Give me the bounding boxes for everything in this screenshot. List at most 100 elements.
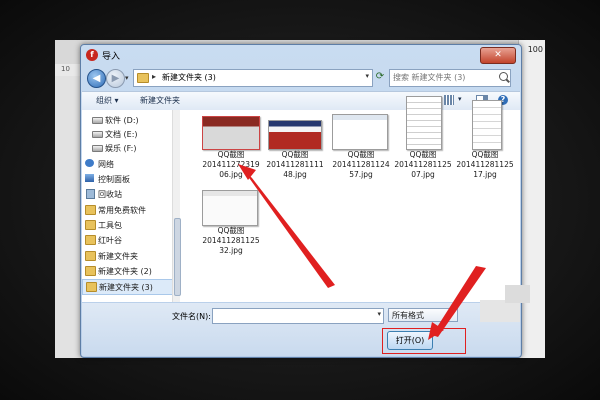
dialog-footer: 文件名(N): ▾ 所有格式 打开(O): [82, 303, 520, 356]
drive-icon: [92, 131, 103, 138]
nav-item-label: 网络: [98, 160, 114, 169]
back-button[interactable]: ◀: [87, 69, 106, 88]
forward-button[interactable]: ▶: [106, 69, 125, 88]
file-thumbnail: [332, 114, 388, 150]
nav-item-label: 工具包: [98, 221, 122, 230]
nav-item-toolkit[interactable]: 工具包: [82, 218, 172, 232]
ruler-tick: 10: [61, 65, 70, 73]
folder-icon: [85, 220, 96, 230]
file-name-line2: 201411281125: [202, 236, 260, 245]
nav-item-label: 新建文件夹 (2): [98, 267, 152, 276]
folder-icon: [137, 73, 149, 83]
control-panel-icon: [85, 174, 94, 182]
nav-item-recycle-bin[interactable]: 回收站: [82, 187, 172, 201]
folder-icon: [85, 251, 96, 261]
folder-icon: [85, 235, 96, 245]
file-name-line2: 201411281111: [266, 160, 324, 169]
nav-item-label: 娱乐 (F:): [105, 144, 137, 153]
file-type-select[interactable]: 所有格式: [388, 308, 458, 322]
mosaic-patch: [480, 300, 520, 322]
search-icon[interactable]: [499, 72, 508, 81]
network-icon: [85, 159, 94, 167]
file-name-line2: 201411281125: [394, 160, 452, 169]
file-name-line1: QQ截图: [217, 150, 245, 159]
breadcrumb-separator[interactable]: ▸: [152, 72, 156, 81]
filename-dropdown-icon[interactable]: ▾: [377, 310, 381, 318]
nav-scrollbar[interactable]: [172, 110, 181, 302]
nav-item-control-panel[interactable]: 控制面板: [82, 172, 172, 186]
file-name-line1: QQ截图: [217, 226, 245, 235]
nav-item-label: 软件 (D:): [105, 116, 139, 125]
nav-item-drive-e[interactable]: 文档 (E:): [82, 127, 172, 141]
nav-item-label: 回收站: [98, 190, 122, 199]
nav-item-free-software[interactable]: 常用免费软件: [82, 203, 172, 217]
refresh-icon[interactable]: ⟳: [373, 70, 387, 84]
file-name-line3: 32.jpg: [219, 246, 243, 255]
file-thumbnail: [406, 96, 442, 150]
dialog-toolbar: 组织 ▾ 新建文件夹 ▾ ?: [82, 91, 520, 111]
open-button[interactable]: 打开(O): [387, 331, 433, 350]
nav-item-drive-f[interactable]: 娱乐 (F:): [82, 141, 172, 155]
nav-item-label: 文档 (E:): [105, 130, 138, 139]
nav-item-label: 控制面板: [98, 175, 130, 184]
history-dropdown-icon[interactable]: ▾: [125, 74, 129, 82]
search-input[interactable]: [393, 70, 493, 84]
nav-item-label: 常用免费软件: [98, 206, 146, 215]
view-dropdown-icon[interactable]: ▾: [458, 95, 462, 103]
address-row: ◀ ▶ ▾ ▸ 新建文件夹 (3) ▾ ⟳: [81, 67, 521, 89]
file-item[interactable]: QQ截图 201411281111 48.jpg: [264, 114, 326, 204]
close-button[interactable]: ✕: [480, 47, 516, 64]
file-name-line3: 57.jpg: [349, 170, 373, 179]
file-name-line2: 201411272319: [202, 160, 260, 169]
file-thumbnail: [202, 116, 260, 150]
nav-item-network[interactable]: 网络: [82, 157, 172, 171]
recycle-bin-icon: [86, 189, 95, 199]
nav-item-new-folder[interactable]: 新建文件夹: [82, 249, 172, 263]
organize-menu[interactable]: 组织 ▾: [96, 95, 119, 106]
file-name-line1: QQ截图: [471, 150, 499, 159]
file-name-line1: QQ截图: [281, 150, 309, 159]
nav-item-label: 新建文件夹: [98, 252, 138, 261]
file-list: QQ截图 201411272319 06.jpg QQ截图 2014112811…: [180, 96, 520, 302]
drive-icon: [92, 145, 103, 152]
new-folder-button[interactable]: 新建文件夹: [140, 95, 180, 106]
file-item[interactable]: QQ截图 201411281125 07.jpg: [392, 96, 454, 204]
dialog-title: 导入: [102, 52, 121, 62]
file-thumbnail: [472, 100, 502, 150]
file-name-line1: QQ截图: [409, 150, 437, 159]
file-name-line3: 48.jpg: [283, 170, 307, 179]
view-mode-icon[interactable]: [444, 95, 454, 105]
file-name-line1: QQ截图: [347, 150, 375, 159]
nav-item-hongyegu[interactable]: 红叶谷: [82, 233, 172, 247]
file-item[interactable]: QQ截图 201411281125 17.jpg: [454, 100, 516, 204]
mosaic-patch: [505, 285, 530, 303]
nav-item-label: 红叶谷: [98, 236, 122, 245]
address-dropdown-icon[interactable]: ▾: [365, 72, 369, 80]
file-name-line3: 07.jpg: [411, 170, 435, 179]
file-name-line2: 201411281125: [456, 160, 514, 169]
file-thumbnail: [202, 190, 258, 226]
file-thumbnail: [268, 120, 322, 150]
navigation-pane: 软件 (D:) 文档 (E:) 娱乐 (F:) 网络 控制面板 回收站 常用免费…: [82, 110, 181, 302]
nav-item-drive-d[interactable]: 软件 (D:): [82, 113, 172, 127]
search-box[interactable]: [389, 69, 511, 87]
filename-input[interactable]: ▾: [212, 308, 384, 324]
file-name-line3: 17.jpg: [473, 170, 497, 179]
address-bar[interactable]: ▸ 新建文件夹 (3) ▾: [133, 69, 373, 87]
zoom-label: 100: [527, 45, 543, 54]
nav-item-label: 新建文件夹 (3): [99, 283, 153, 292]
file-name-line3: 06.jpg: [219, 170, 243, 179]
flash-app-icon: f: [86, 49, 98, 61]
filename-label: 文件名(N):: [172, 312, 211, 321]
file-name-line2: 201411281124: [332, 160, 390, 169]
dialog-titlebar[interactable]: f 导入 ✕: [81, 45, 521, 65]
breadcrumb-current-folder[interactable]: 新建文件夹 (3): [162, 72, 216, 83]
file-item[interactable]: QQ截图 201411281125 32.jpg: [200, 190, 262, 280]
nav-item-new-folder-2[interactable]: 新建文件夹 (2): [82, 264, 172, 278]
folder-icon: [86, 282, 97, 292]
import-dialog: f 导入 ✕ ◀ ▶ ▾ ▸ 新建文件夹 (3) ▾ ⟳ 组织 ▾ 新建文件夹 …: [80, 44, 522, 358]
file-item[interactable]: QQ截图 201411281124 57.jpg: [330, 114, 392, 204]
nav-item-new-folder-3[interactable]: 新建文件夹 (3): [82, 279, 174, 295]
browser-content: 软件 (D:) 文档 (E:) 娱乐 (F:) 网络 控制面板 回收站 常用免费…: [82, 96, 520, 302]
folder-icon: [85, 205, 96, 215]
